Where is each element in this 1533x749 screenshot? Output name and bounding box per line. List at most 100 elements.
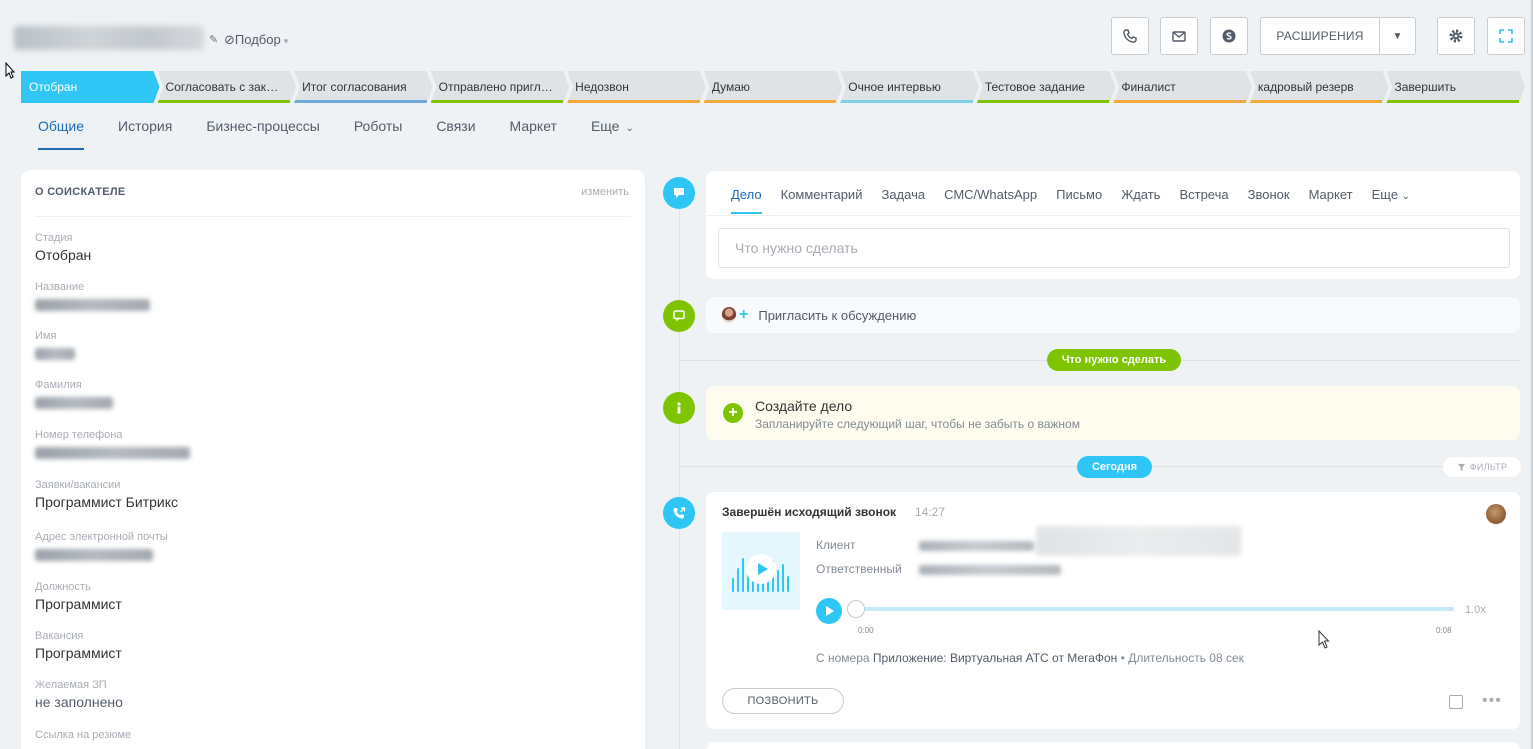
field-position[interactable]: Должность Программист [35, 581, 122, 612]
stage-4[interactable]: Отправлено приглашение [431, 71, 570, 103]
field-phone[interactable]: Номер телефона [35, 429, 190, 464]
timeline-activity-icon [663, 177, 695, 209]
category-selector[interactable]: ⊘Подбор ▾ [224, 32, 288, 48]
fullscreen-button[interactable] [1487, 17, 1525, 55]
editor-tab-wait[interactable]: Ждать [1121, 187, 1160, 214]
notice-subtitle: Запланируйте следующий шаг, чтобы не заб… [755, 417, 1080, 431]
call-time: 14:27 [915, 505, 946, 519]
field-first-name[interactable]: Имя [35, 330, 75, 365]
editor-tab-more[interactable]: Еще ⌄ [1372, 187, 1410, 214]
stage-1[interactable]: Отобран [21, 71, 160, 103]
stage-5[interactable]: Недозвон [567, 71, 706, 103]
field-email[interactable]: Адрес электронной почты [35, 531, 168, 566]
note-icon[interactable] [1449, 695, 1463, 709]
stage-color-bar [1386, 100, 1519, 103]
invite-to-discussion[interactable]: + Пригласить к обсуждению [706, 297, 1520, 333]
settings-button[interactable] [1437, 17, 1475, 55]
stage-label: Очное интервью [848, 80, 941, 94]
todo-section-pill: Что нужно сделать [1047, 349, 1181, 371]
record-title-blurred [14, 26, 204, 50]
editor-tab-market[interactable]: Маркет [1309, 187, 1353, 214]
stage-2[interactable]: Согласовать с заказчиком [158, 71, 297, 103]
field-last-name[interactable]: Фамилия [35, 379, 113, 414]
editor-tab-email[interactable]: Письмо [1056, 187, 1102, 214]
stage-3[interactable]: Итог согласования [294, 71, 433, 103]
tab-general[interactable]: Общие [38, 118, 85, 150]
tab-history[interactable]: История [118, 118, 172, 150]
responsible-avatar[interactable] [1486, 504, 1506, 524]
timeline-info-icon [663, 392, 695, 424]
field-vacancy[interactable]: Вакансия Программист [35, 630, 122, 661]
today-pill: Сегодня [1077, 456, 1152, 478]
field-label: Номер телефона [35, 429, 123, 441]
field-label: Имя [35, 330, 57, 342]
extensions-dropdown-icon[interactable]: ▼ [1379, 18, 1415, 54]
waveform-bar [732, 578, 734, 592]
category-label: Подбор [234, 32, 281, 47]
tab-more-label: Еще [590, 118, 620, 134]
editor-tab-call[interactable]: Звонок [1248, 187, 1290, 214]
tab-robots[interactable]: Роботы [354, 118, 402, 150]
field-salary[interactable]: Желаемая ЗП не заполнено [35, 679, 123, 710]
stage-color-bar [294, 100, 427, 103]
editor-tab-comment[interactable]: Комментарий [781, 187, 863, 214]
timeline-call-icon [663, 497, 695, 529]
field-resume[interactable]: Ссылка на резюме [35, 729, 131, 741]
stage-10[interactable]: кадровый резерв [1250, 71, 1389, 103]
field-stage[interactable]: Стадия Отобран [35, 232, 91, 263]
user-avatar [722, 307, 736, 323]
editor-tab-deal[interactable]: Дело [731, 187, 762, 214]
play-icon[interactable] [746, 554, 776, 584]
field-vacancy-request[interactable]: Заявки/вакансии Программист Битрикс [35, 479, 178, 510]
edit-link[interactable]: изменить [581, 186, 629, 198]
create-activity-notice[interactable]: + Создайте дело Запланируйте следующий ш… [706, 386, 1520, 440]
stage-9[interactable]: Финалист [1113, 71, 1252, 103]
tab-links[interactable]: Связи [436, 118, 475, 150]
edit-title-icon[interactable]: ✎ [209, 33, 218, 46]
tab-more[interactable]: Еще ⌄ [591, 118, 634, 150]
more-options-icon[interactable]: ••• [1482, 692, 1502, 710]
stage-11[interactable]: Завершить [1386, 71, 1525, 103]
tab-business-processes[interactable]: Бизнес-процессы [206, 118, 319, 150]
field-value: Программист Битрикс [35, 494, 178, 510]
gear-icon [1449, 29, 1463, 43]
filter-button[interactable]: ФИЛЬТР [1443, 457, 1521, 477]
stage-color-bar [977, 100, 1110, 103]
tab-market[interactable]: Маркет [510, 118, 557, 150]
email-button[interactable] [1160, 17, 1198, 55]
editor-tab-meeting[interactable]: Встреча [1179, 187, 1228, 214]
call-button[interactable] [1111, 17, 1149, 55]
editor-tab-task[interactable]: Задача [881, 187, 925, 214]
playback-speed[interactable]: 1.0x [1465, 604, 1486, 616]
extensions-button[interactable]: РАСШИРЕНИЯ ▼ [1260, 17, 1416, 55]
field-value-blurred [35, 299, 150, 311]
responsible-value-blurred[interactable] [919, 565, 1061, 575]
audio-progress-track[interactable] [856, 607, 1454, 611]
skype-icon [1222, 29, 1236, 43]
editor-tab-more-label: Еще [1371, 187, 1399, 202]
recording-waveform[interactable] [722, 532, 800, 610]
client-value-blurred[interactable] [919, 541, 1034, 551]
call-back-button[interactable]: ПОЗВОНИТЬ [722, 688, 844, 714]
editor-tab-sms[interactable]: СМС/WhatsApp [944, 187, 1037, 214]
todo-input[interactable]: Что нужно сделать [718, 228, 1510, 268]
audio-progress-handle[interactable] [847, 600, 865, 618]
stage-7[interactable]: Очное интервью [840, 71, 979, 103]
stage-6[interactable]: Думаю [704, 71, 843, 103]
stage-color-bar [158, 100, 291, 103]
section-title: О СОИСКАТЕЛЕ [35, 186, 126, 198]
messenger-button[interactable] [1210, 17, 1248, 55]
expand-icon [1499, 29, 1513, 43]
envelope-icon [1172, 31, 1186, 42]
notice-title: Создайте дело [755, 398, 853, 414]
stage-color-bar [840, 100, 973, 103]
call-title: Завершён исходящий звонок [722, 505, 897, 519]
play-button[interactable] [816, 598, 842, 624]
stage-8[interactable]: Тестовое задание [977, 71, 1116, 103]
field-value-blurred [35, 348, 75, 360]
field-label: Название [35, 281, 85, 293]
stage-color-bar [567, 100, 700, 103]
field-name[interactable]: Название [35, 281, 150, 316]
editor-tabs: Дело Комментарий Задача СМС/WhatsApp Пис… [731, 187, 1429, 214]
add-circle-icon[interactable]: + [723, 403, 743, 423]
